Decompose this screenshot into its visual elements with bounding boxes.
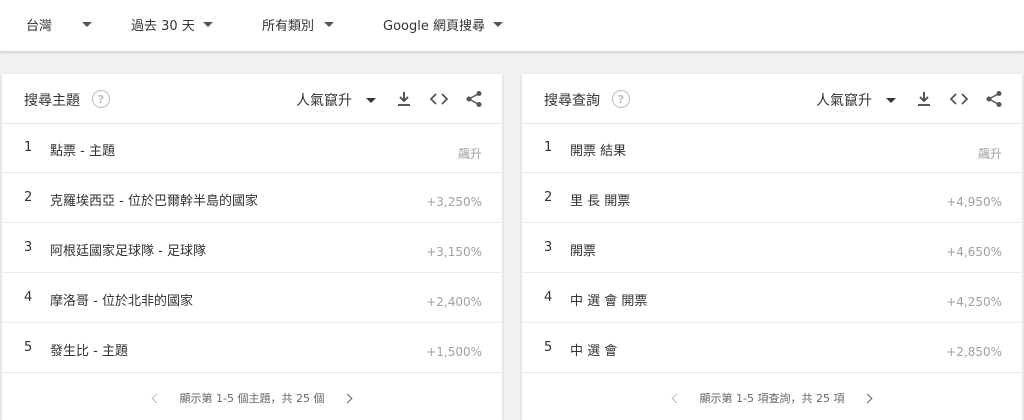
caret-down-icon [492,21,503,27]
row-value: +1,500% [426,345,482,359]
row-rank: 2 [544,190,553,205]
download-icon[interactable] [914,89,934,109]
row-rank: 1 [544,140,553,155]
help-circle-icon[interactable]: ? [612,90,630,108]
caret-down-icon [82,21,93,27]
card-title: 搜尋主題 [24,93,80,109]
table-row[interactable]: 3 阿根廷國家足球隊 - 足球隊 +3,150% [2,224,502,273]
chevron-right-icon[interactable] [343,393,353,403]
row-label: 點票 - 主題 [50,144,115,159]
row-value: +3,250% [426,195,482,209]
table-row[interactable]: 5 中 選 會 +2,850% [522,324,1022,373]
table-row[interactable]: 2 里 長 開票 +4,950% [522,174,1022,223]
related-topics-card: 搜尋主題 ? 人氣竄升 1 點票 - 主題 飆升 2 克羅埃西亞 - 位於巴爾幹… [2,74,502,420]
row-value: +3,150% [426,245,482,259]
category-filter-label: 所有類別 [262,18,315,34]
caret-down-icon [366,97,376,103]
row-value: 飆升 [977,147,1002,161]
row-rank: 5 [544,340,553,355]
chevron-right-icon[interactable] [863,393,873,403]
search-type-filter-label: Google 網頁搜尋 [383,18,485,34]
caret-down-icon [886,97,896,103]
share-icon[interactable] [464,89,484,109]
row-rank: 3 [544,240,553,255]
code-embed-icon[interactable] [949,89,969,109]
caret-down-icon [324,21,335,27]
table-row[interactable]: 5 發生比 - 主題 +1,500% [2,324,502,373]
caret-down-icon [202,21,213,27]
row-value: 飆升 [457,147,482,161]
help-circle-icon[interactable]: ? [92,90,110,108]
row-label: 開票 結果 [570,144,627,159]
region-filter-label: 台灣 [26,18,53,34]
card-title: 搜尋查詢 [544,93,600,109]
pagination-text: 顯示第 1-5 項查詢，共 25 項 [699,392,845,405]
sort-label: 人氣竄升 [816,93,872,109]
table-row[interactable]: 4 中 選 會 開票 +4,250% [522,274,1022,323]
filter-bar: 台灣 過去 30 天 所有類別 Google 網頁搜尋 [0,0,1024,52]
row-value: +4,950% [946,195,1002,209]
row-label: 中 選 會 開票 [570,294,648,309]
code-embed-icon[interactable] [429,89,449,109]
share-icon[interactable] [984,89,1004,109]
row-label: 摩洛哥 - 位於北非的國家 [50,294,193,309]
table-row[interactable]: 2 克羅埃西亞 - 位於巴爾幹半島的國家 +3,250% [2,174,502,223]
row-label: 阿根廷國家足球隊 - 足球隊 [50,244,206,259]
row-value: +2,400% [426,295,482,309]
table-row[interactable]: 4 摩洛哥 - 位於北非的國家 +2,400% [2,274,502,323]
row-label: 里 長 開票 [570,194,631,209]
card-header: 搜尋主題 ? 人氣竄升 [2,74,502,124]
row-rank: 3 [24,240,33,255]
row-value: +2,850% [946,345,1002,359]
time-filter[interactable]: 過去 30 天 [131,14,213,34]
card-header: 搜尋查詢 ? 人氣竄升 [522,74,1022,124]
row-value: +4,250% [946,295,1002,309]
chevron-left-icon[interactable] [671,393,681,403]
sort-dropdown[interactable]: 人氣竄升 [296,90,376,110]
row-rank: 4 [544,290,553,305]
time-filter-label: 過去 30 天 [131,18,195,34]
row-label: 克羅埃西亞 - 位於巴爾幹半島的國家 [50,194,258,209]
chevron-left-icon[interactable] [151,393,161,403]
search-type-filter[interactable]: Google 網頁搜尋 [383,14,503,34]
row-label: 中 選 會 [570,344,618,359]
pagination-text: 顯示第 1-5 個主題，共 25 個 [179,392,325,405]
pagination: 顯示第 1-5 項查詢，共 25 項 [522,384,1022,412]
row-rank: 4 [24,290,33,305]
category-filter[interactable]: 所有類別 [262,14,335,34]
row-label: 開票 [570,244,597,259]
related-queries-card: 搜尋查詢 ? 人氣竄升 1 開票 結果 飆升 2 里 長 開票 +4,950% … [522,74,1022,420]
row-rank: 5 [24,340,33,355]
table-row[interactable]: 3 開票 +4,650% [522,224,1022,273]
sort-dropdown[interactable]: 人氣竄升 [816,90,896,110]
row-rank: 2 [24,190,33,205]
pagination: 顯示第 1-5 個主題，共 25 個 [2,384,502,412]
table-row[interactable]: 1 開票 結果 飆升 [522,124,1022,173]
row-label: 發生比 - 主題 [50,344,128,359]
row-rank: 1 [24,140,33,155]
table-row[interactable]: 1 點票 - 主題 飆升 [2,124,502,173]
download-icon[interactable] [394,89,414,109]
region-filter[interactable]: 台灣 [26,14,93,34]
row-value: +4,650% [946,245,1002,259]
sort-label: 人氣竄升 [296,93,352,109]
